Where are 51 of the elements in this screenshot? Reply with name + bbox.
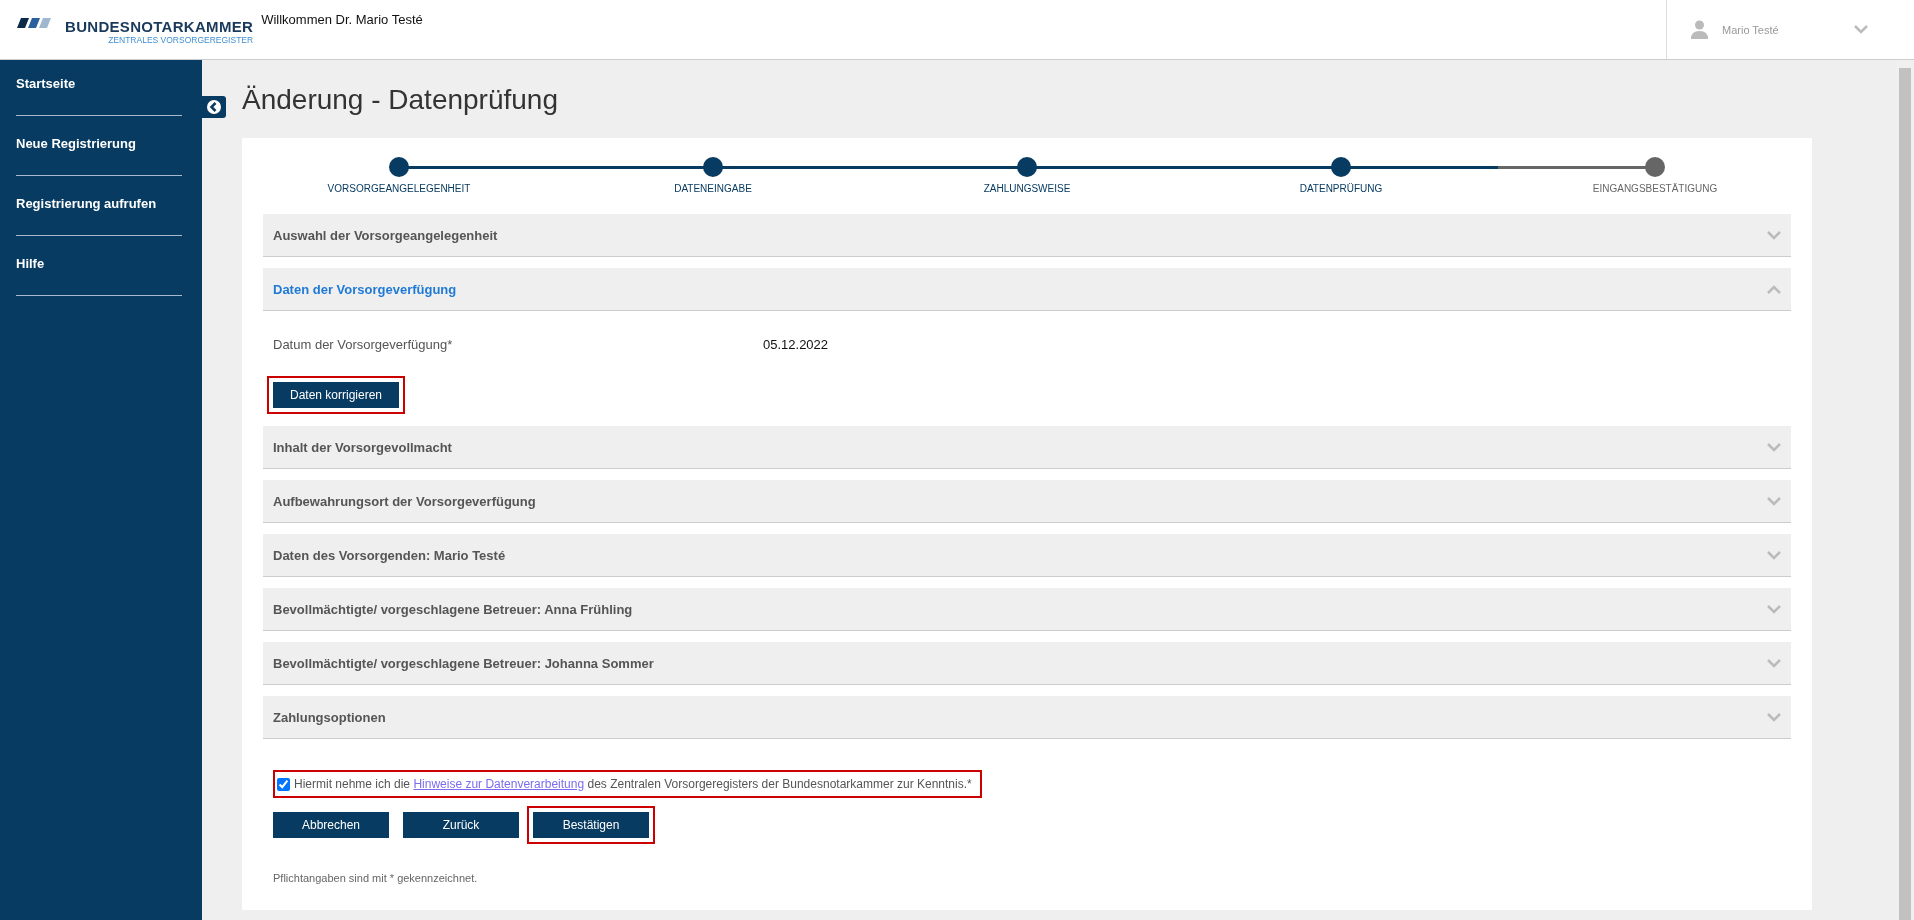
sidebar-item[interactable]: Hilfe — [16, 256, 182, 296]
step-label: DATENPRÜFUNG — [1299, 183, 1383, 194]
section-title: Daten der Vorsorgeverfügung — [273, 281, 458, 297]
welcome-text: Willkommen Dr. Mario Testé — [261, 12, 423, 27]
section-title: Aufbewahrungsort der Vorsorgeverfügung — [273, 493, 537, 509]
section-title: Bevollmächtigte/ vorgeschlagene Betreuer: Anna Frühling — [273, 601, 634, 617]
accordion-header[interactable]: Daten der Vorsorgeverfügung — [263, 268, 1791, 311]
step-label: ZAHLUNGSWEISE — [983, 183, 1071, 194]
logo-subtitle: ZENTRALES VORSORGEREGISTER — [108, 35, 254, 45]
collapse-sidebar-button[interactable] — [202, 96, 226, 118]
accordion-header[interactable]: Auswahl der Vorsorgeangelegenheit — [263, 214, 1791, 257]
accordion-header[interactable]: Zahlungsoptionen — [263, 696, 1791, 739]
chevron-down-icon — [1767, 230, 1781, 240]
section-title: Inhalt der Vorsorgevollmacht — [273, 439, 453, 455]
section-title: Bevollmächtigte/ vorgeschlagene Betreuer: Johanna Sommer — [273, 655, 655, 671]
section-title: Daten des Vorsorgenden: Mario Testé — [273, 547, 507, 563]
step-label: VORSORGEANGELEGENHEIT — [327, 183, 471, 194]
field-value: 05.12.2022 — [763, 337, 829, 352]
chevron-down-icon — [1854, 25, 1868, 34]
page-title: Änderung - Datenprüfung — [242, 84, 559, 116]
scrollbar[interactable] — [1896, 60, 1914, 920]
chevron-down-icon — [1767, 550, 1781, 560]
accordion-header[interactable]: Bevollmächtigte/ vorgeschlagene Betreuer: Anna Frühling — [263, 588, 1791, 631]
accordion-header[interactable]: Inhalt der Vorsorgevollmacht — [263, 426, 1791, 469]
sidebar-item[interactable]: Startseite — [16, 76, 182, 116]
chevron-down-icon — [1767, 658, 1781, 668]
chevron-down-icon — [1767, 712, 1781, 722]
step-label: EINGANGSBESTÄTIGUNG — [1592, 183, 1718, 194]
chevron-down-icon — [1767, 496, 1781, 506]
field-label: Datum der Vorsorgeverfügung* — [273, 337, 454, 352]
section-title: Zahlungsoptionen — [273, 709, 387, 725]
privacy-link[interactable]: Hinweise zur Datenverarbeitung — [413, 777, 585, 791]
footnote: Pflichtangaben sind mit * gekennzeichnet. — [273, 872, 479, 884]
sidebar-item[interactable]: Registrierung aufrufen — [16, 196, 182, 236]
sidebar-item[interactable]: Neue Registrierung — [16, 136, 182, 176]
chevron-up-icon — [1767, 284, 1781, 294]
action-button[interactable]: Abbrechen — [273, 812, 389, 838]
section-title: Auswahl der Vorsorgeangelegenheit — [273, 227, 499, 243]
accordion-header[interactable]: Aufbewahrungsort der Vorsorgeverfügung — [263, 480, 1791, 523]
accordion-header[interactable]: Daten des Vorsorgenden: Mario Testé — [263, 534, 1791, 577]
action-button[interactable]: Bestätigen — [533, 812, 649, 838]
consent-checkbox[interactable] — [277, 777, 290, 791]
chevron-down-icon — [1767, 604, 1781, 614]
consent-text: Hiermit nehme ich die Hinweise zur Datenverarbeitung des Zentralen Vorsorgeregisters der Bundesnotarkammer zur Kenntnis.* — [294, 777, 972, 791]
logo-title: BUNDESNOTARKAMMER — [65, 18, 254, 35]
user-icon — [1691, 20, 1708, 39]
correct-data-button[interactable]: Daten korrigieren — [273, 382, 399, 408]
action-button[interactable]: Zurück — [403, 812, 519, 838]
chevron-down-icon — [1767, 442, 1781, 452]
accordion-header[interactable]: Bevollmächtigte/ vorgeschlagene Betreuer: Johanna Sommer — [263, 642, 1791, 685]
step-label: DATENEINGABE — [674, 183, 752, 194]
